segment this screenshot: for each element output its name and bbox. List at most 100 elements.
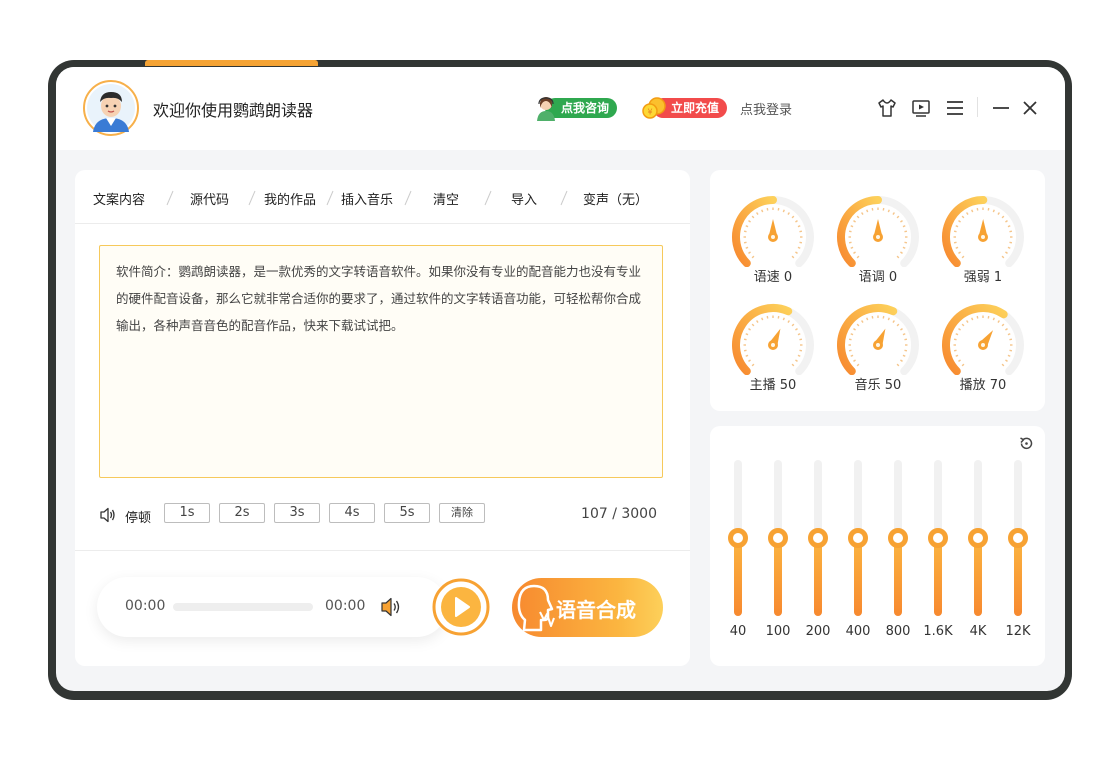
pause-label: 停顿 [125,511,152,526]
gauge-tick [958,359,961,362]
gauge-tick [797,225,801,228]
progress-bar[interactable] [173,603,313,611]
eq-slider-knob[interactable] [808,528,828,548]
gauge-speed[interactable]: 语速 0 [728,191,818,291]
tab-clear[interactable]: 清空 [433,189,459,208]
eq-band-100[interactable]: 100 [758,456,798,651]
gauge-dial [942,304,1024,375]
tab-insert-music[interactable]: 插入音乐 [341,189,393,208]
eq-band-40[interactable]: 40 [718,456,758,651]
gauge-tick [866,209,869,213]
gauge-tick [955,246,959,249]
gauge-tick [892,320,895,323]
app-window: 欢迎你使用鹦鹉朗读器 点我咨询 立即充值 ¥ 点我登录 文案内容 源代码 我的作… [56,67,1065,691]
pause-5s-button[interactable]: 5s [384,503,430,523]
gauge-tick [966,212,969,215]
tab-import[interactable]: 导入 [511,189,537,208]
gauge-tick [971,317,974,321]
gauge-playback[interactable]: 播放 70 [938,299,1028,399]
tab-source-code[interactable]: 源代码 [190,189,229,208]
eq-slider-knob[interactable] [768,528,788,548]
divider [75,550,690,551]
gauge-tick [795,220,798,223]
eq-slider-knob[interactable] [928,528,948,548]
eq-slider-knob[interactable] [728,528,748,548]
tab-separator [484,190,492,206]
gauge-strength[interactable]: 强弱 1 [938,191,1028,291]
eq-band-400[interactable]: 400 [838,456,878,651]
eq-band-1-6k[interactable]: 1.6K [918,456,958,651]
eq-band-4k[interactable]: 4K [958,456,998,651]
gauge-music[interactable]: 音乐 50 [833,299,923,399]
gauge-tick [1007,246,1011,249]
gauge-tick [856,255,860,259]
gauge-tick [853,251,856,254]
close-icon[interactable] [1019,97,1041,119]
gauge-hub-center [771,343,775,347]
synthesize-label: 语音合成 [556,598,636,622]
eq-slider-knob[interactable] [848,528,868,548]
tab-separator [560,190,568,206]
eq-band-12k[interactable]: 12K [998,456,1038,651]
tab-copy-content[interactable]: 文案内容 [93,189,145,208]
eq-slider-knob[interactable] [888,528,908,548]
recharge-button[interactable]: 立即充值 ¥ [639,95,729,121]
text-input-area[interactable]: 软件简介：鹦鹉朗读器，是一款优秀的文字转语音软件。如果你没有专业的配音能力也没有… [99,245,663,478]
gauge-tick [787,320,790,323]
shirt-skin-icon[interactable] [876,97,898,119]
gauge-tick [892,212,895,215]
eq-band-label: 100 [765,624,791,639]
eq-band-800[interactable]: 800 [878,456,918,651]
volume-icon[interactable] [379,595,405,619]
gauge-tick [896,323,900,327]
gauge-tick [745,225,749,228]
gauge-hub-center [876,343,880,347]
play-button[interactable] [431,577,491,637]
gauge-tick [961,215,965,219]
gauge-tick [866,317,869,321]
gauge-tick [751,255,755,259]
consult-button[interactable]: 点我咨询 [529,95,619,121]
eq-slider-knob[interactable] [1008,528,1028,548]
tab-my-works[interactable]: 我的作品 [264,189,316,208]
synthesize-button[interactable]: 语音合成 [512,578,663,637]
gauge-tick [900,359,903,362]
pause-clear-button[interactable]: 清除 [439,503,485,523]
tab-voice-change[interactable]: 变声（无） [583,189,648,208]
eq-fill [774,538,782,616]
support-agent-icon [537,97,555,121]
gauge-tick [997,212,1000,215]
eq-fill [814,538,822,616]
eq-fill [974,538,982,616]
gauge-tick [1005,220,1008,223]
menu-icon[interactable] [944,97,966,119]
gauge-tick [1005,359,1008,362]
gauge-tick [856,363,860,367]
pause-3s-button[interactable]: 3s [274,503,320,523]
eq-fill [854,538,862,616]
gauge-label: 播放 70 [959,378,1007,393]
gauge-tick [1007,225,1011,228]
pause-4s-button[interactable]: 4s [329,503,375,523]
gauge-tick [1005,251,1008,254]
gauge-tick [853,220,856,223]
gauge-tick [795,251,798,254]
reset-icon[interactable] [1018,435,1035,452]
gauge-anchor[interactable]: 主播 50 [728,299,818,399]
minimize-icon[interactable] [990,97,1012,119]
screen-video-icon[interactable] [910,97,932,119]
eq-band-label: 1.6K [923,624,953,639]
login-link[interactable]: 点我登录 [740,99,792,118]
gauge-tick [748,359,751,362]
gauge-tick [791,323,795,327]
total-time: 00:00 [325,598,366,614]
pause-1s-button[interactable]: 1s [164,503,210,523]
user-avatar[interactable] [83,80,139,136]
gauge-pitch[interactable]: 语调 0 [833,191,923,291]
eq-slider-knob[interactable] [968,528,988,548]
gauge-tick [850,354,854,357]
eq-band-200[interactable]: 200 [798,456,838,651]
gauge-tick [745,354,749,357]
gauge-tick [751,363,755,367]
pause-2s-button[interactable]: 2s [219,503,265,523]
